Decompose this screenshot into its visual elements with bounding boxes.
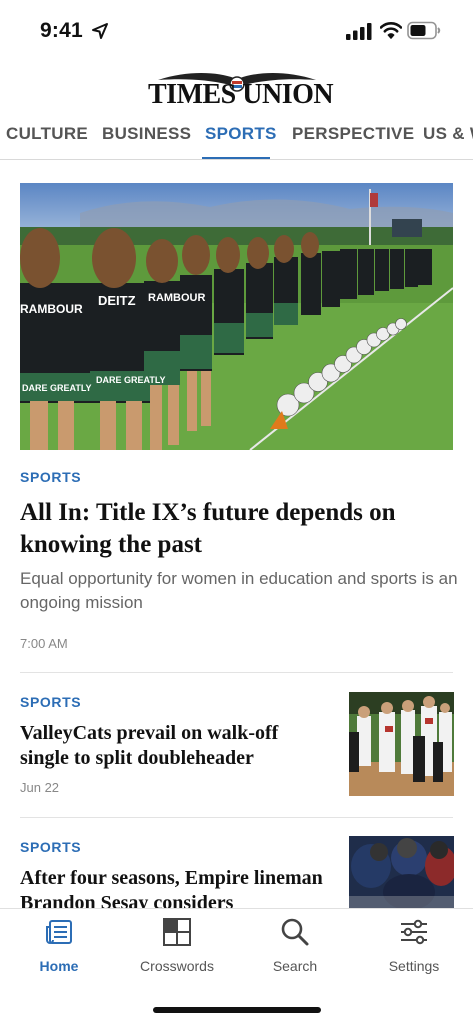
home-indicator[interactable] — [153, 1007, 321, 1013]
active-tab-indicator — [202, 157, 270, 159]
soccer-team-photo: RAMBOUR DEITZ RAMBOUR DARE GREATLY DARE … — [20, 183, 453, 450]
cellular-signal-icon — [346, 23, 372, 40]
home-newspaper-icon — [46, 920, 72, 944]
status-time: 9:41 — [40, 19, 83, 42]
jersey-text: RAMBOUR — [148, 292, 205, 304]
tab-crosswords[interactable]: Crosswords — [118, 909, 236, 989]
hero-headline[interactable]: All In: Title IX’s future depends on kno… — [20, 497, 440, 561]
tab-settings[interactable]: Settings — [355, 909, 473, 989]
section-tabs: CULTURE BUSINESS SPORTS PERSPECTIVE US &… — [0, 114, 473, 160]
hero-kicker[interactable]: SPORTS — [20, 469, 81, 485]
tab-perspective[interactable]: PERSPECTIVE — [292, 124, 414, 144]
tab-us-world[interactable]: US & W — [423, 124, 473, 144]
tab-search[interactable]: Search — [236, 909, 354, 989]
tab-culture[interactable]: CULTURE — [6, 124, 88, 144]
hero-dek: Equal opportunity for women in education… — [20, 569, 458, 612]
battery-icon — [407, 21, 441, 40]
crossword-grid-icon — [163, 918, 191, 946]
football-photo — [349, 836, 454, 908]
logo-wordmark: TIMES UNION — [148, 79, 334, 110]
tab-home[interactable]: Home — [0, 909, 118, 989]
story-thumbnail[interactable] — [349, 836, 454, 908]
baseball-photo — [349, 692, 454, 796]
story-kicker[interactable]: SPORTS — [20, 839, 81, 855]
story-kicker[interactable]: SPORTS — [20, 694, 81, 710]
tab-sports[interactable]: SPORTS — [205, 124, 277, 144]
hero-timestamp: 7:00 AM — [20, 636, 68, 651]
wifi-icon — [380, 22, 402, 39]
story-headline[interactable]: ValleyCats prevail on walk-off single to… — [20, 721, 330, 771]
tab-search-label: Search — [272, 958, 318, 974]
divider — [20, 672, 453, 673]
tab-crosswords-label: Crosswords — [140, 958, 214, 974]
search-icon — [281, 918, 309, 946]
tab-business[interactable]: BUSINESS — [102, 124, 191, 144]
jersey-text: RAMBOUR — [20, 302, 83, 316]
jersey-text: DARE GREATLY — [22, 383, 92, 393]
times-union-logo[interactable]: TIMES UNION — [148, 70, 334, 110]
tab-settings-label: Settings — [388, 958, 440, 974]
location-arrow-icon — [92, 23, 108, 39]
sliders-icon — [401, 919, 427, 945]
tab-home-label: Home — [39, 958, 79, 974]
masthead: TIMES UNION — [0, 70, 473, 114]
divider — [20, 817, 453, 818]
jersey-text: DARE GREATLY — [96, 375, 166, 385]
status-bar: 9:41 — [0, 0, 473, 62]
hero-image[interactable]: RAMBOUR DEITZ RAMBOUR DARE GREATLY DARE … — [20, 183, 453, 450]
story-thumbnail[interactable] — [349, 692, 454, 796]
story-date: Jun 22 — [20, 780, 60, 795]
jersey-text: DEITZ — [98, 293, 136, 308]
